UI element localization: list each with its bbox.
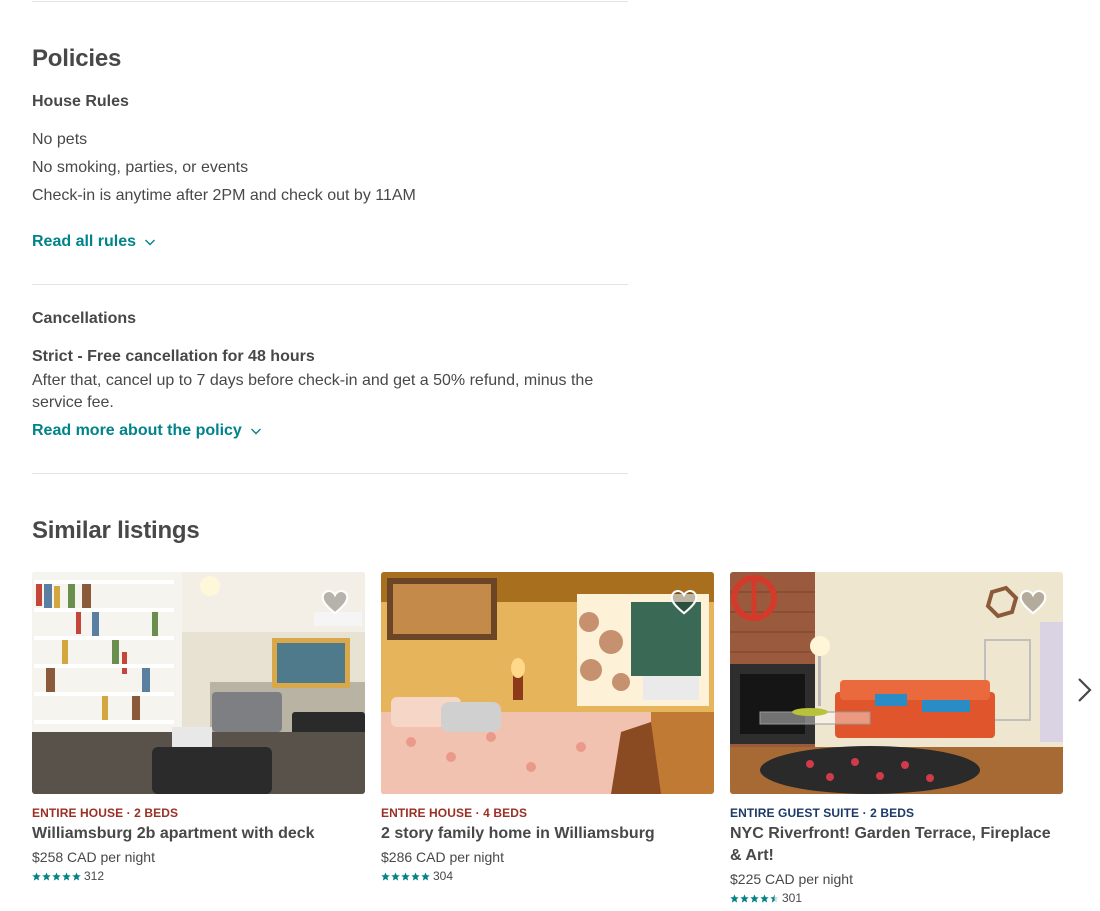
chevron-down-icon bbox=[145, 239, 156, 246]
listing-photo[interactable] bbox=[730, 572, 1063, 794]
listing-rating: 301 bbox=[730, 891, 1063, 905]
read-all-rules-link[interactable]: Read all rules bbox=[32, 233, 156, 251]
star-icon bbox=[52, 871, 61, 880]
listing-price: $286 CAD per night bbox=[381, 849, 504, 865]
listing-photo[interactable] bbox=[381, 572, 714, 794]
cancellations-heading: Cancellations bbox=[32, 310, 137, 327]
star-icon bbox=[740, 893, 749, 902]
heart-icon[interactable] bbox=[669, 588, 699, 616]
listing-type: Entire house · 4 beds bbox=[381, 806, 528, 820]
cancellation-policy-desc: After that, cancel up to 7 days before c… bbox=[32, 372, 594, 411]
chevron-down-icon bbox=[250, 428, 261, 435]
star-icon bbox=[750, 893, 759, 902]
listing-photo[interactable] bbox=[32, 572, 365, 794]
star-icon bbox=[391, 871, 400, 880]
rule-item: No pets bbox=[32, 131, 88, 148]
star-icon bbox=[72, 871, 81, 880]
read-more-policy-label: Read more about the policy bbox=[32, 422, 242, 439]
review-count: 304 bbox=[433, 869, 454, 883]
heart-icon[interactable] bbox=[1018, 588, 1048, 616]
star-icon bbox=[381, 871, 390, 880]
top-divider bbox=[32, 1, 628, 2]
policies-heading: Policies bbox=[32, 45, 122, 72]
star-icon bbox=[62, 871, 71, 880]
listing-card[interactable]: Entire house · 2 beds Williamsburg 2b ap… bbox=[32, 572, 365, 883]
rule-item: Check-in is anytime after 2PM and check … bbox=[32, 187, 416, 204]
star-icon bbox=[401, 871, 410, 880]
listing-title[interactable]: Williamsburg 2b apartment with deck bbox=[32, 823, 365, 845]
cancellation-policy-title: Strict - Free cancellation for 48 hours bbox=[32, 348, 315, 365]
review-count: 301 bbox=[782, 891, 803, 905]
rule-item: No smoking, parties, or events bbox=[32, 159, 249, 176]
star-rating bbox=[730, 893, 779, 903]
section-divider bbox=[32, 284, 628, 285]
listing-type: Entire house · 2 beds bbox=[32, 806, 179, 820]
section-divider bbox=[32, 473, 628, 474]
star-rating bbox=[381, 871, 430, 881]
similar-listings-heading: Similar listings bbox=[32, 517, 200, 544]
living-room-bookshelves-image bbox=[32, 572, 365, 794]
star-icon bbox=[32, 871, 41, 880]
bedroom-image bbox=[381, 572, 714, 794]
review-count: 312 bbox=[84, 869, 105, 883]
guest-suite-living-room-image bbox=[730, 572, 1063, 794]
listing-card[interactable]: Entire house · 4 beds 2 story family hom… bbox=[381, 572, 714, 883]
listing-price: $258 CAD per night bbox=[32, 849, 155, 865]
listing-card[interactable]: Entire guest suite · 2 beds NYC Riverfro… bbox=[730, 572, 1063, 905]
listing-price: $225 CAD per night bbox=[730, 871, 853, 887]
star-icon bbox=[760, 893, 769, 902]
half-star-icon bbox=[770, 893, 779, 902]
heart-icon[interactable] bbox=[320, 588, 350, 616]
listing-title[interactable]: 2 story family home in Williamsburg bbox=[381, 823, 714, 845]
read-all-rules-label: Read all rules bbox=[32, 233, 137, 250]
listing-rating: 304 bbox=[381, 869, 714, 883]
read-more-policy-link[interactable]: Read more about the policy bbox=[32, 422, 262, 440]
house-rules-heading: House Rules bbox=[32, 93, 129, 110]
star-icon bbox=[411, 871, 420, 880]
star-icon bbox=[421, 871, 430, 880]
star-rating bbox=[32, 871, 81, 881]
chevron-right-icon[interactable] bbox=[1072, 676, 1096, 704]
listing-rating: 312 bbox=[32, 869, 365, 883]
listing-type: Entire guest suite · 2 beds bbox=[730, 806, 915, 820]
listing-title[interactable]: NYC Riverfront! Garden Terrace, Fireplac… bbox=[730, 823, 1063, 867]
star-icon bbox=[730, 893, 739, 902]
star-icon bbox=[42, 871, 51, 880]
